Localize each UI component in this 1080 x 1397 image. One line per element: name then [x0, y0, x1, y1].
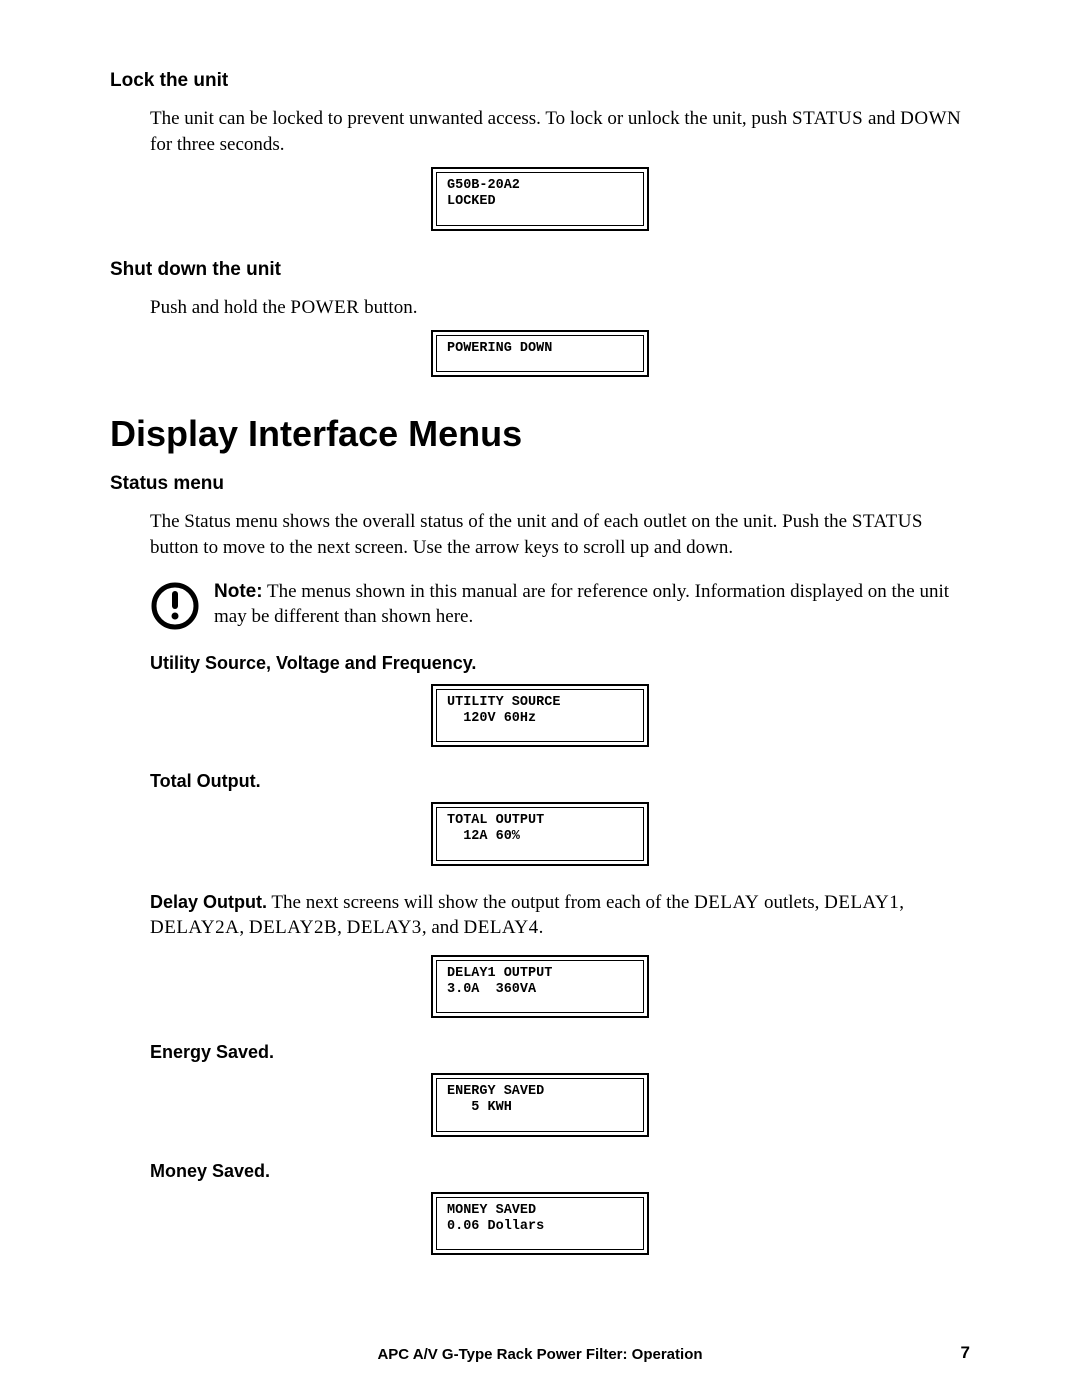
lcd-text: TOTAL OUTPUT 12A 60%: [436, 807, 644, 860]
text: outlets,: [759, 892, 824, 913]
subsection-utility: Utility Source, Voltage and Frequency.: [150, 653, 970, 674]
text: , and: [422, 917, 464, 938]
text: for three seconds.: [150, 134, 285, 155]
subhead-delay-output: Delay Output.: [150, 892, 267, 912]
note-text: Note: The menus shown in this manual are…: [214, 579, 970, 630]
text: The unit can be locked to prevent unwant…: [150, 108, 792, 129]
text: The Status menu shows the overall status…: [150, 511, 852, 532]
para-shutdown: Push and hold the POWER button.: [150, 295, 970, 321]
subsection-money-saved: Money Saved.: [150, 1161, 970, 1182]
lcd-text: G50B-20A2 LOCKED: [436, 172, 644, 225]
button-ref-power: POWER: [290, 297, 359, 318]
ref-delay2b: DELAY2B: [249, 917, 337, 938]
caution-icon: [150, 581, 200, 631]
note-body: The menus shown in this manual are for r…: [214, 581, 949, 628]
lcd-display-energy-saved: ENERGY SAVED 5 KWH: [431, 1073, 649, 1136]
lcd-display-locked: G50B-20A2 LOCKED: [431, 167, 649, 230]
ref-delay4: DELAY4: [464, 917, 539, 938]
heading-shutdown: Shut down the unit: [110, 259, 970, 281]
lcd-text: DELAY1 OUTPUT 3.0A 360VA: [436, 960, 644, 1013]
para-lock-unit: The unit can be locked to prevent unwant…: [150, 106, 970, 157]
text: ,: [239, 917, 249, 938]
page-number: 7: [961, 1343, 970, 1363]
lcd-display-powering-down: POWERING DOWN: [431, 330, 649, 377]
lcd-text: MONEY SAVED 0.06 Dollars: [436, 1197, 644, 1250]
subhead-money-saved: Money Saved.: [150, 1161, 270, 1181]
subhead-energy-saved: Energy Saved.: [150, 1042, 274, 1062]
lcd-display-utility: UTILITY SOURCE 120V 60Hz: [431, 684, 649, 747]
note-block: Note: The menus shown in this manual are…: [150, 579, 970, 631]
subhead-utility: Utility Source, Voltage and Frequency.: [150, 653, 476, 673]
button-ref-down: DOWN: [900, 108, 961, 129]
lcd-display-delay-output: DELAY1 OUTPUT 3.0A 360VA: [431, 955, 649, 1018]
text: ,: [337, 917, 347, 938]
ref-delay3: DELAY3: [347, 917, 422, 938]
footer-title: APC A/V G-Type Rack Power Filter: Operat…: [0, 1346, 1080, 1363]
text: and: [863, 108, 900, 129]
heading-lock-unit: Lock the unit: [110, 70, 970, 92]
subsection-delay-output: Delay Output. The next screens will show…: [150, 890, 970, 941]
button-ref-status: STATUS: [792, 108, 863, 129]
heading-status-menu: Status menu: [110, 473, 970, 495]
heading-display-interface-menus: Display Interface Menus: [110, 413, 970, 455]
document-page: Lock the unit The unit can be locked to …: [0, 0, 1080, 1319]
lcd-display-total-output: TOTAL OUTPUT 12A 60%: [431, 802, 649, 865]
text: button to move to the next screen. Use t…: [150, 537, 733, 558]
text: .: [539, 917, 544, 938]
text: button.: [359, 297, 417, 318]
text: The next screens will show the output fr…: [267, 892, 694, 913]
text: ,: [899, 892, 904, 913]
subsection-total-output: Total Output.: [150, 771, 970, 792]
ref-delay: DELAY: [694, 892, 759, 913]
button-ref-status: STATUS: [852, 511, 923, 532]
para-status-menu: The Status menu shows the overall status…: [150, 509, 970, 560]
text: Push and hold the: [150, 297, 290, 318]
ref-delay1: DELAY1: [824, 892, 899, 913]
lcd-display-money-saved: MONEY SAVED 0.06 Dollars: [431, 1192, 649, 1255]
note-label: Note:: [214, 581, 263, 602]
lcd-text: UTILITY SOURCE 120V 60Hz: [436, 689, 644, 742]
lcd-text: ENERGY SAVED 5 KWH: [436, 1078, 644, 1131]
lcd-text: POWERING DOWN: [436, 335, 644, 372]
subsection-energy-saved: Energy Saved.: [150, 1042, 970, 1063]
subhead-total-output: Total Output.: [150, 771, 261, 791]
ref-delay2a: DELAY2A: [150, 917, 239, 938]
